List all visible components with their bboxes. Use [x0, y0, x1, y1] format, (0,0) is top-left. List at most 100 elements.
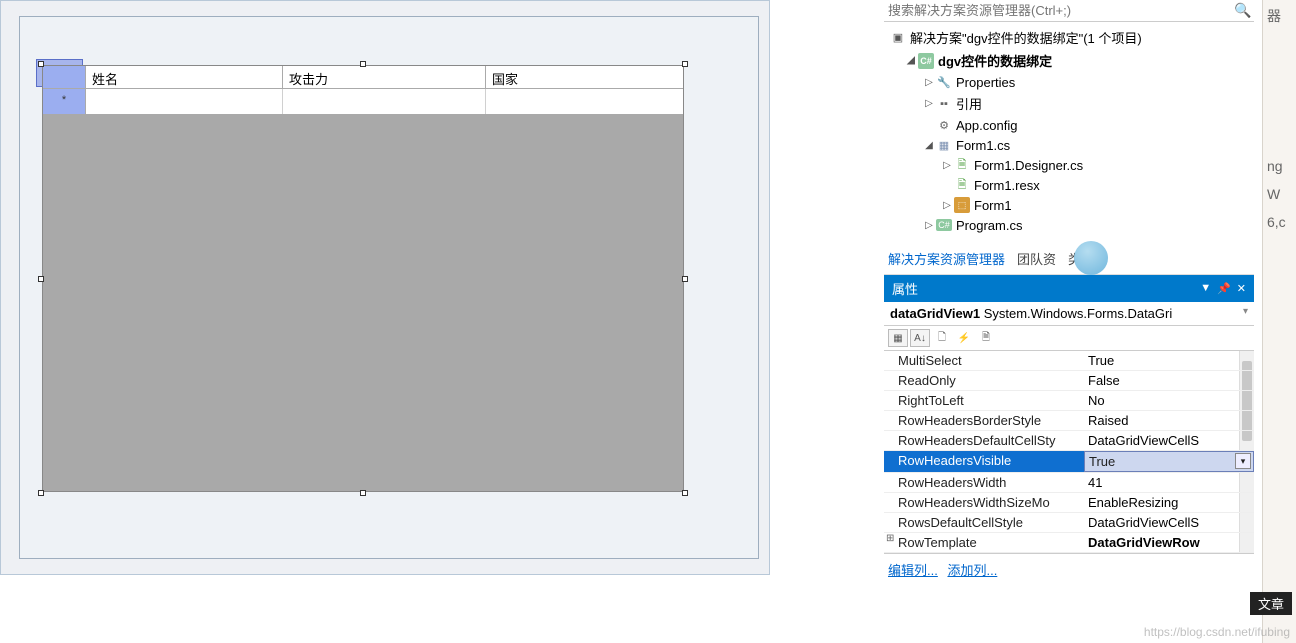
column-header[interactable]: 攻击力 — [283, 66, 486, 88]
form-designer-surface[interactable]: 姓名 攻击力 国家 * — [19, 16, 759, 559]
watermark: https://blog.csdn.net/ifubing — [1144, 625, 1290, 639]
expander-icon[interactable]: ▷ — [922, 220, 936, 231]
object-type: System.Windows.Forms.DataGri — [984, 306, 1173, 321]
resize-handle[interactable] — [38, 61, 44, 67]
tab-team-explorer[interactable]: 团队资 — [1017, 249, 1056, 268]
grid-cell[interactable] — [283, 89, 486, 114]
property-row[interactable]: RowHeadersWidthSizeMoEnableResizing — [884, 493, 1254, 513]
solution-icon: ▣ — [890, 30, 906, 46]
property-pages-button[interactable]: 🗎 — [976, 329, 996, 347]
expander-icon[interactable]: ▷ — [940, 160, 954, 171]
resize-handle[interactable] — [360, 490, 366, 496]
grid-new-row[interactable]: * — [43, 89, 683, 114]
property-name: RowHeadersWidth — [884, 473, 1084, 492]
form-icon: ▦ — [936, 137, 952, 153]
row-header-new: * — [43, 89, 86, 114]
properties-grid[interactable]: MultiSelectTrueReadOnlyFalseRightToLeftN… — [884, 351, 1254, 553]
tree-label: App.config — [956, 118, 1017, 133]
solution-explorer-search[interactable]: 🔍 — [884, 0, 1254, 22]
properties-object-selector[interactable]: dataGridView1 System.Windows.Forms.DataG… — [884, 302, 1254, 326]
properties-button[interactable]: 🗋 — [932, 329, 952, 347]
form1-class-node[interactable]: ▷ ⬚ Form1 — [886, 195, 1252, 215]
property-value[interactable]: True▾ — [1084, 451, 1254, 472]
property-value[interactable]: DataGridViewCellS — [1084, 431, 1254, 450]
close-icon[interactable]: ✕ — [1237, 282, 1246, 295]
avatar-icon — [1074, 241, 1108, 275]
chevron-down-icon[interactable]: ▾ — [1235, 453, 1251, 469]
property-value[interactable]: No — [1084, 391, 1254, 410]
resize-handle[interactable] — [682, 276, 688, 282]
tree-label: Properties — [956, 75, 1015, 90]
resize-handle[interactable] — [360, 61, 366, 67]
chevron-down-icon[interactable]: ▾ — [1243, 306, 1248, 317]
grid-cell[interactable] — [86, 89, 283, 114]
events-button[interactable]: ⚡ — [954, 329, 974, 347]
cs-file-icon: C# — [936, 217, 952, 233]
properties-node[interactable]: ▷ 🔧 Properties — [886, 72, 1252, 92]
property-row[interactable]: RowHeadersVisibleTrue▾ — [884, 451, 1254, 473]
categorized-button[interactable]: ▦ — [888, 329, 908, 347]
resize-handle[interactable] — [682, 490, 688, 496]
grid-corner-cell[interactable] — [43, 66, 86, 89]
expander-icon[interactable]: ▷ — [940, 200, 954, 211]
alphabetical-button[interactable]: A↓ — [910, 329, 930, 347]
solution-explorer-tree[interactable]: ▣ 解决方案"dgv控件的数据绑定"(1 个项目) ◢ C# dgv控件的数据绑… — [884, 22, 1254, 243]
appconfig-node[interactable]: ⚙ App.config — [886, 115, 1252, 135]
property-row[interactable]: RowHeadersDefaultCellStyDataGridViewCell… — [884, 431, 1254, 451]
edit-columns-link[interactable]: 编辑列... — [888, 563, 938, 578]
properties-title: 属性 — [892, 279, 918, 298]
property-value[interactable]: DataGridViewCellS — [1084, 513, 1254, 532]
property-name: RowHeadersDefaultCellSty — [884, 431, 1084, 450]
form1-node[interactable]: ◢ ▦ Form1.cs — [886, 135, 1252, 155]
properties-title-bar[interactable]: 属性 ▼ 📌 ✕ — [884, 275, 1254, 302]
pin-icon[interactable]: 📌 — [1217, 282, 1231, 295]
property-row[interactable]: MultiSelectTrue — [884, 351, 1254, 371]
solution-node[interactable]: ▣ 解决方案"dgv控件的数据绑定"(1 个项目) — [886, 26, 1252, 49]
property-row[interactable]: RightToLeftNo — [884, 391, 1254, 411]
property-value[interactable]: DataGridViewRow — [1084, 533, 1254, 552]
property-value[interactable]: 41 — [1084, 473, 1254, 492]
tab-solution-explorer[interactable]: 解决方案资源管理器 — [888, 249, 1005, 268]
property-name: RowHeadersWidthSizeMo — [884, 493, 1084, 512]
property-row[interactable]: RowsDefaultCellStyleDataGridViewCellS — [884, 513, 1254, 533]
properties-commands: 编辑列... 添加列... — [884, 553, 1254, 585]
gutter-text: ng — [1263, 152, 1296, 180]
grid-header-row: 姓名 攻击力 国家 — [43, 66, 683, 89]
project-node[interactable]: ◢ C# dgv控件的数据绑定 — [886, 49, 1252, 72]
property-row[interactable]: RowHeadersWidth41 — [884, 473, 1254, 493]
expander-icon[interactable]: ◢ — [922, 140, 936, 151]
property-value[interactable]: True — [1084, 351, 1254, 370]
class-icon: ⬚ — [954, 197, 970, 213]
references-node[interactable]: ▷ ▪▪ 引用 — [886, 92, 1252, 115]
property-row[interactable]: ⊞RowTemplateDataGridViewRow — [884, 533, 1254, 553]
search-input[interactable] — [888, 3, 1234, 18]
resize-handle[interactable] — [38, 276, 44, 282]
program-node[interactable]: ▷ C# Program.cs — [886, 215, 1252, 235]
dropdown-icon[interactable]: ▼ — [1200, 282, 1211, 295]
column-header[interactable]: 国家 — [486, 66, 682, 88]
datagridview[interactable]: 姓名 攻击力 国家 * — [42, 65, 684, 492]
property-value[interactable]: EnableResizing — [1084, 493, 1254, 512]
column-header[interactable]: 姓名 — [86, 66, 283, 88]
article-tag[interactable]: 文章 — [1250, 592, 1292, 615]
grid-cell[interactable] — [486, 89, 682, 114]
property-value[interactable]: False — [1084, 371, 1254, 390]
add-column-link[interactable]: 添加列... — [947, 563, 997, 578]
property-name: ReadOnly — [884, 371, 1084, 390]
property-name: MultiSelect — [884, 351, 1084, 370]
datagridview-selection[interactable]: 姓名 攻击力 国家 * — [42, 65, 684, 492]
property-row[interactable]: ReadOnlyFalse — [884, 371, 1254, 391]
property-row[interactable]: RowHeadersBorderStyleRaised — [884, 411, 1254, 431]
wrench-icon: 🔧 — [936, 74, 952, 90]
expander-icon[interactable]: ▷ — [922, 98, 936, 109]
search-icon[interactable]: 🔍 — [1234, 2, 1250, 19]
expander-icon[interactable]: ◢ — [904, 55, 918, 66]
form1-designer-node[interactable]: ▷ 🗎 Form1.Designer.cs — [886, 155, 1252, 175]
resize-handle[interactable] — [38, 490, 44, 496]
form1-resx-node[interactable]: 🗎 Form1.resx — [886, 175, 1252, 195]
expander-icon[interactable]: ▷ — [922, 77, 936, 88]
expander-icon[interactable]: ⊞ — [886, 533, 894, 544]
tree-label: Form1 — [974, 198, 1012, 213]
resize-handle[interactable] — [682, 61, 688, 67]
property-value[interactable]: Raised — [1084, 411, 1254, 430]
